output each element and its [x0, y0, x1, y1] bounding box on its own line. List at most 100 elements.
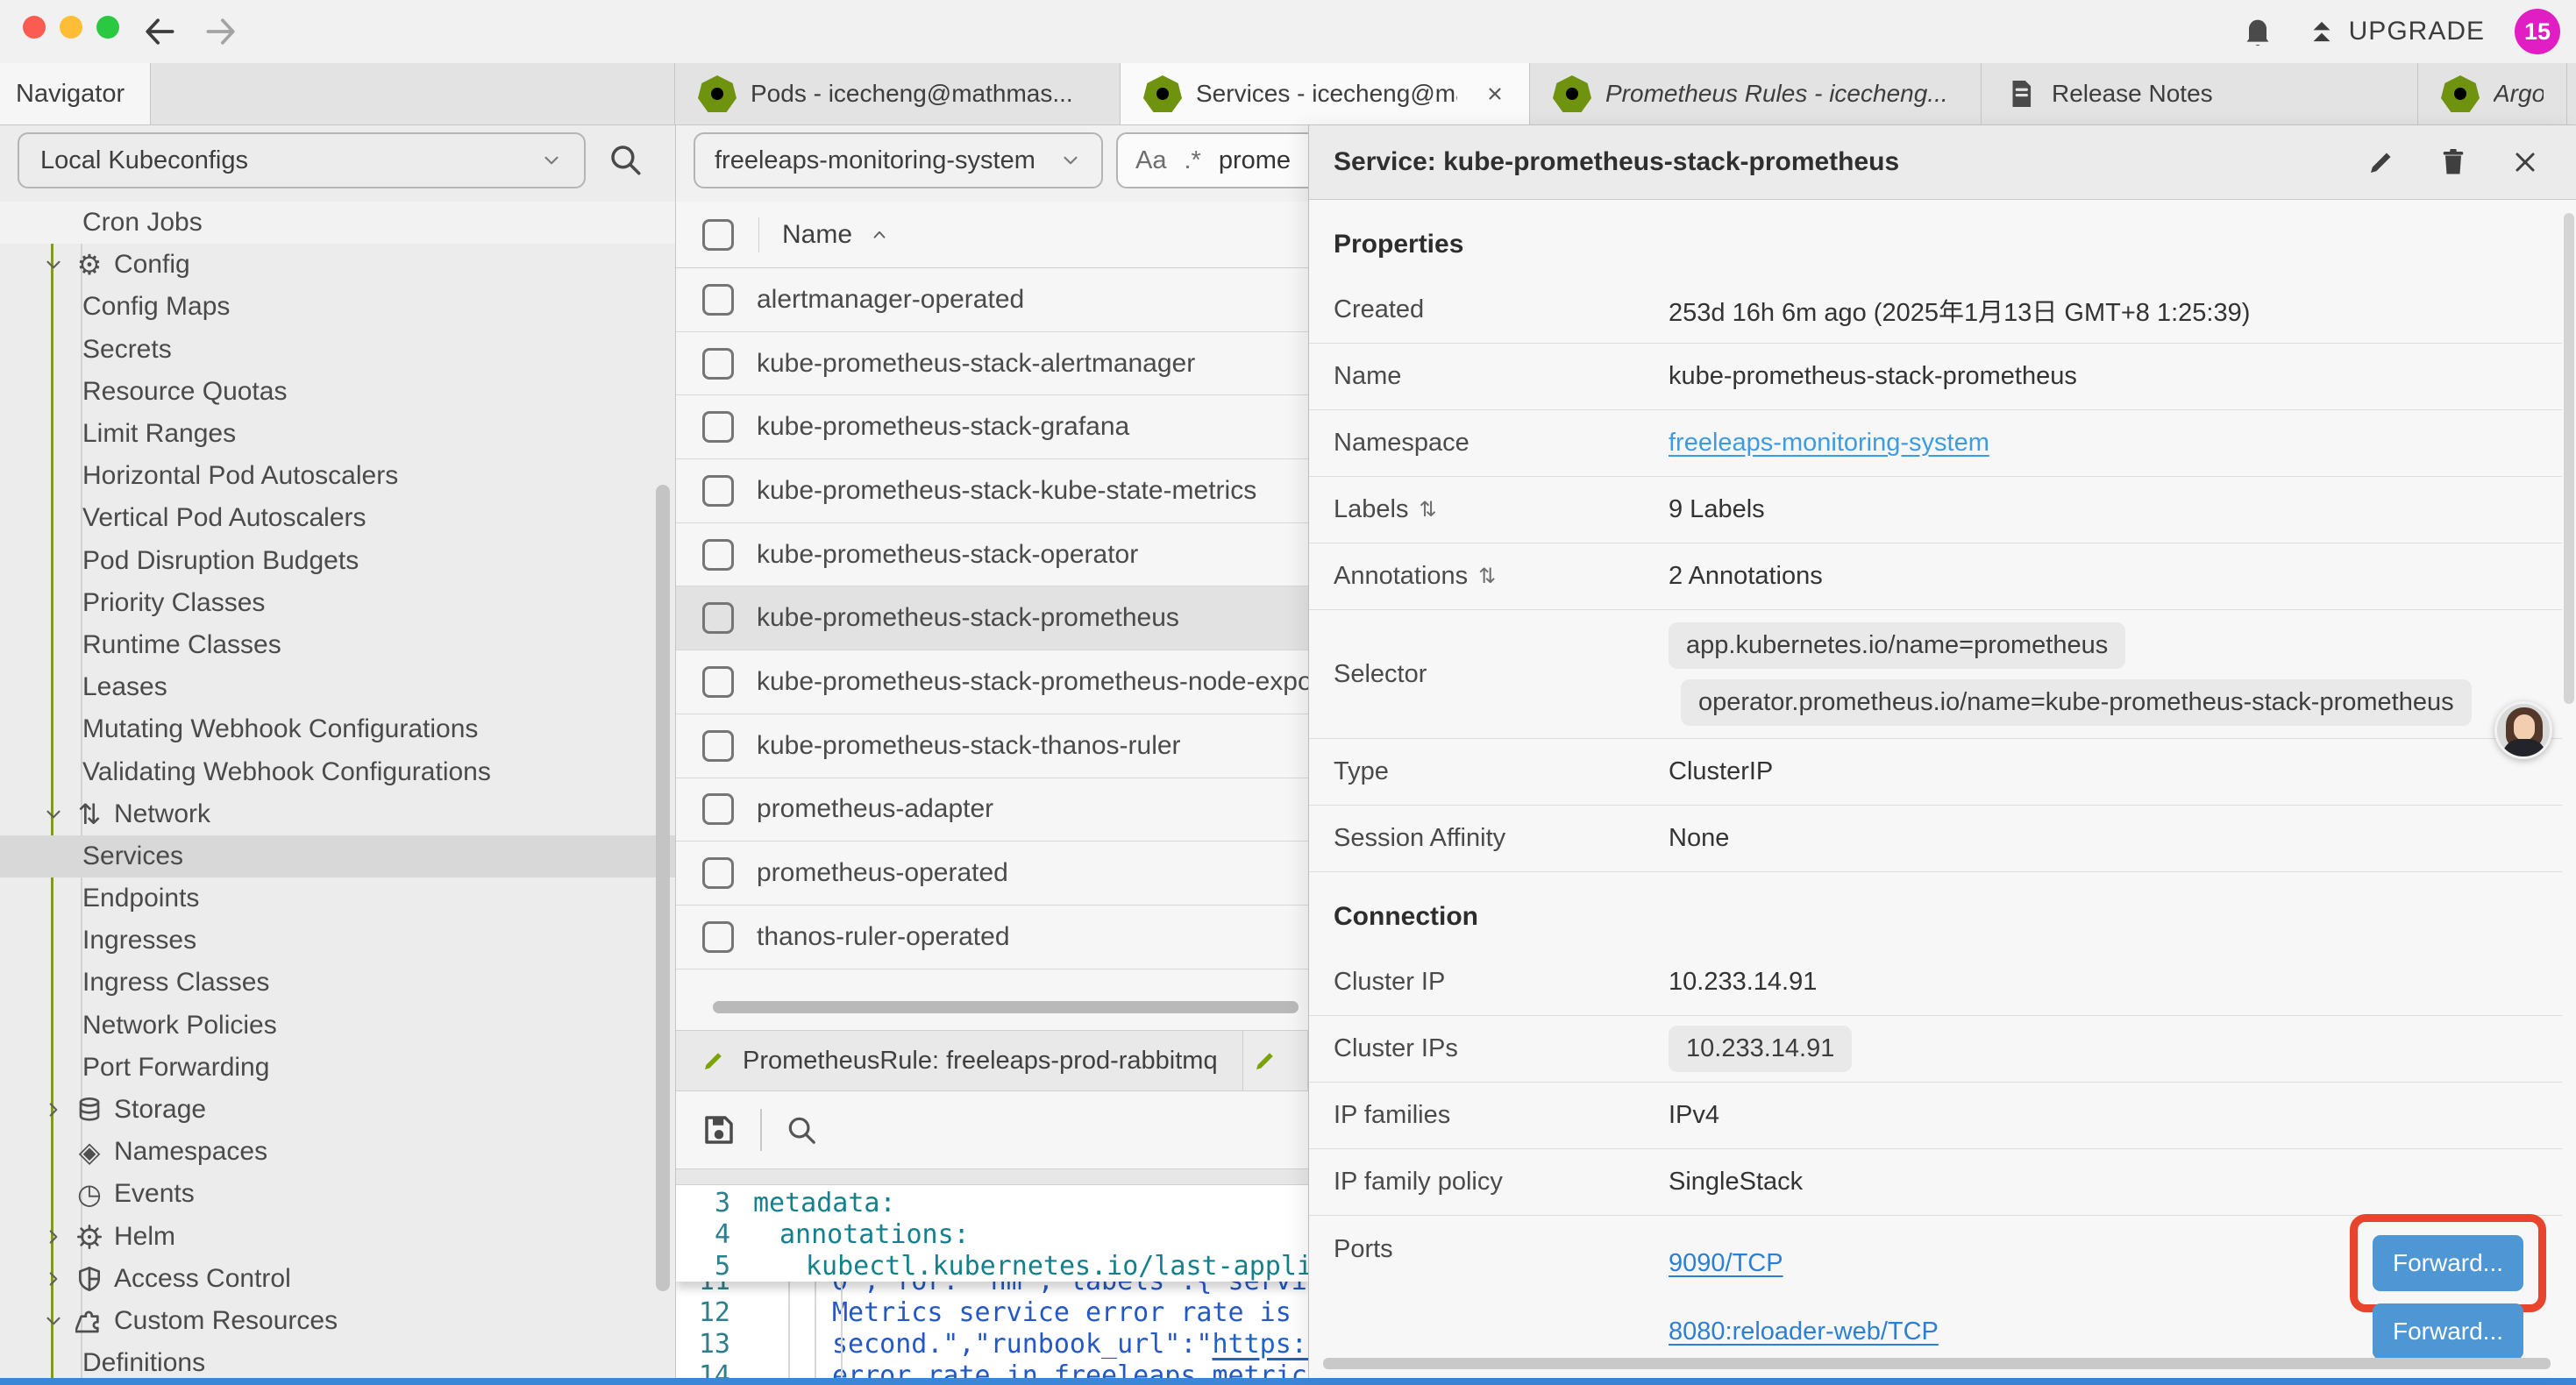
row-checkbox[interactable] [702, 921, 734, 953]
table-row[interactable]: kube-prometheus-stack-kube-state-metrics [676, 459, 1308, 523]
row-checkbox[interactable] [702, 857, 734, 889]
sidebar-item-limit-ranges[interactable]: Limit Ranges [0, 413, 675, 455]
sidebar-item-definitions[interactable]: Definitions [0, 1342, 675, 1378]
table-row[interactable]: prometheus-adapter [676, 778, 1308, 842]
sidebar-item-services[interactable]: Services [0, 835, 675, 877]
sidebar-item-mutating-webhook-configurations[interactable]: Mutating Webhook Configurations [0, 708, 675, 750]
row-checkbox[interactable] [702, 793, 734, 825]
select-all-checkbox[interactable] [702, 219, 734, 251]
sidebar-item-storage[interactable]: Storage [0, 1089, 675, 1131]
sidebar-item-cron-jobs[interactable]: Cron Jobs [0, 202, 675, 244]
table-row[interactable]: kube-prometheus-stack-grafana [676, 395, 1308, 459]
notifications-bell-icon[interactable] [2240, 14, 2275, 49]
detail-vertical-scrollbar[interactable] [2564, 213, 2574, 704]
table-row[interactable]: thanos-ruler-operated [676, 906, 1308, 970]
regex-toggle[interactable]: .* [1184, 146, 1200, 175]
close-tab-icon[interactable] [1484, 82, 1506, 105]
tab-navigator[interactable]: Navigator [0, 63, 151, 124]
sidebar-item-ingresses[interactable]: Ingresses [0, 920, 675, 962]
table-row[interactable]: kube-prometheus-stack-alertmanager [676, 332, 1308, 396]
detail-horizontal-scrollbar[interactable] [1323, 1358, 2551, 1369]
close-window-button[interactable] [23, 16, 46, 39]
sidebar-item-network[interactable]: ⇅Network [0, 793, 675, 835]
chevron-right-icon[interactable] [39, 1225, 68, 1248]
editor-tab[interactable]: PrometheusRule: freeleaps-prod-rabbitmq [676, 1031, 1243, 1090]
chevron-down-icon[interactable] [39, 1310, 68, 1332]
sidebar-item-network-policies[interactable]: Network Policies [0, 1005, 675, 1047]
port-link[interactable]: 9090/TCP [1669, 1249, 1783, 1278]
row-checkbox[interactable] [702, 730, 734, 762]
row-checkbox[interactable] [702, 411, 734, 443]
search-icon[interactable] [785, 1113, 818, 1147]
row-checkbox[interactable] [702, 348, 734, 380]
tab-argo-se[interactable]: Argo Se [2418, 63, 2567, 124]
delete-trash-icon[interactable] [2437, 146, 2469, 178]
sidebar-item-helm[interactable]: Helm [0, 1216, 675, 1258]
sort-toggle-icon[interactable]: ⇅ [1478, 564, 1496, 589]
edit-pencil-icon[interactable] [2366, 146, 2397, 178]
table-row[interactable]: kube-prometheus-stack-prometheus-node-ex… [676, 650, 1308, 714]
search-icon[interactable] [607, 141, 644, 178]
table-row[interactable]: kube-prometheus-stack-prometheus [676, 586, 1308, 650]
row-checkbox[interactable] [702, 475, 734, 507]
tab-release-notes[interactable]: Release Notes [1982, 63, 2418, 124]
row-checkbox[interactable] [702, 602, 734, 634]
sidebar-item-config[interactable]: ⚙Config [0, 244, 675, 286]
list-horizontal-scrollbar[interactable] [713, 1001, 1299, 1013]
forward-button[interactable]: Forward... [2373, 1303, 2523, 1360]
sidebar-item-vertical-pod-autoscalers[interactable]: Vertical Pod Autoscalers [0, 497, 675, 539]
table-row[interactable]: kube-prometheus-stack-thanos-ruler [676, 714, 1308, 778]
namespace-link[interactable]: freeleaps-monitoring-system [1669, 429, 1989, 458]
namespace-select[interactable]: freeleaps-monitoring-system [694, 132, 1103, 188]
chevron-down-icon[interactable] [39, 803, 68, 826]
assistant-avatar[interactable] [2494, 701, 2552, 759]
sidebar-item-pod-disruption-budgets[interactable]: Pod Disruption Budgets [0, 540, 675, 582]
save-icon[interactable] [701, 1112, 737, 1148]
table-row[interactable]: prometheus-operated [676, 842, 1308, 906]
sidebar-item-port-forwarding[interactable]: Port Forwarding [0, 1047, 675, 1089]
sidebar-item-secrets[interactable]: Secrets [0, 329, 675, 371]
editor-tab-partial[interactable] [1243, 1031, 1308, 1090]
runbook-url-link[interactable]: https://net [1212, 1329, 1308, 1360]
forward-button[interactable]: Forward... [2373, 1235, 2523, 1291]
search-input[interactable]: Aa .* prome [1116, 132, 1335, 188]
name-column-header[interactable]: Name [782, 220, 889, 250]
minimize-window-button[interactable] [60, 16, 82, 39]
sidebar-item-events[interactable]: ◷Events [0, 1173, 675, 1215]
sidebar-item-validating-webhook-configurations[interactable]: Validating Webhook Configurations [0, 750, 675, 792]
sort-toggle-icon[interactable]: ⇅ [1419, 497, 1436, 522]
back-arrow-icon[interactable] [140, 12, 179, 51]
sidebar-item-namespaces[interactable]: ◈Namespaces [0, 1131, 675, 1173]
tab-services-icecheng-math[interactable]: Services - icecheng@math... [1121, 63, 1530, 124]
sidebar-scrollbar[interactable] [656, 485, 670, 1291]
sidebar-item-endpoints[interactable]: Endpoints [0, 877, 675, 920]
sidebar-item-custom-resources[interactable]: Custom Resources [0, 1300, 675, 1342]
tab-pods-icecheng-mathmas[interactable]: Pods - icecheng@mathmas... [675, 63, 1121, 124]
forward-arrow-icon[interactable] [202, 12, 240, 51]
match-case-toggle[interactable]: Aa [1135, 146, 1166, 175]
table-row[interactable]: alertmanager-operated [676, 268, 1308, 332]
chevron-right-icon[interactable] [39, 1268, 68, 1290]
port-link[interactable]: 8080:reloader-web/TCP [1669, 1318, 1939, 1346]
sidebar-item-access-control[interactable]: Access Control [0, 1258, 675, 1300]
notification-count-badge[interactable]: 15 [2515, 9, 2560, 54]
row-checkbox[interactable] [702, 539, 734, 571]
kubeconfig-select[interactable]: Local Kubeconfigs [18, 132, 586, 188]
chevron-down-icon[interactable] [39, 253, 68, 276]
sidebar-item-horizontal-pod-autoscalers[interactable]: Horizontal Pod Autoscalers [0, 455, 675, 497]
row-checkbox[interactable] [702, 284, 734, 316]
chevron-right-icon[interactable] [39, 1098, 68, 1121]
zoom-window-button[interactable] [96, 16, 119, 39]
sidebar-item-config-maps[interactable]: Config Maps [0, 286, 675, 328]
sidebar-item-ingress-classes[interactable]: Ingress Classes [0, 962, 675, 1004]
table-row[interactable]: kube-prometheus-stack-operator [676, 523, 1308, 587]
sidebar-item-resource-quotas[interactable]: Resource Quotas [0, 371, 675, 413]
tab-prometheus-rules-icecheng[interactable]: Prometheus Rules - icecheng... [1530, 63, 1982, 124]
row-checkbox[interactable] [702, 666, 734, 698]
upgrade-button[interactable]: UPGRADE [2305, 15, 2485, 48]
close-icon[interactable] [2509, 146, 2541, 178]
sidebar-item-runtime-classes[interactable]: Runtime Classes [0, 624, 675, 666]
sidebar-item-priority-classes[interactable]: Priority Classes [0, 582, 675, 624]
yaml-editor[interactable]: 3metadata:4annotations:5kubectl.kubernet… [676, 1185, 1308, 1378]
sidebar-item-leases[interactable]: Leases [0, 666, 675, 708]
